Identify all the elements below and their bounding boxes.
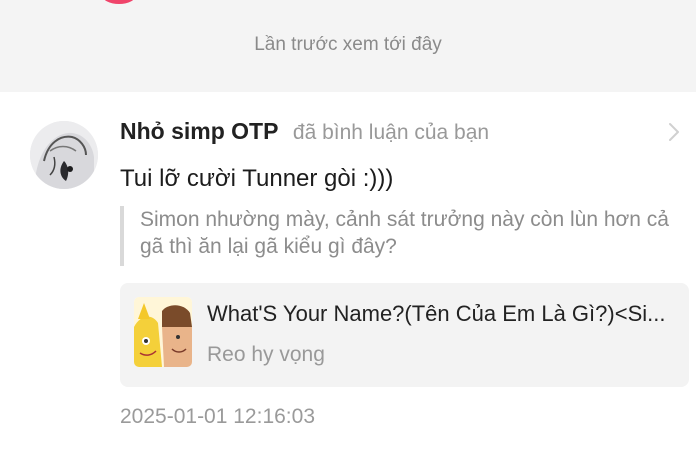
- story-title: What'S Your Name?(Tên Của Em Là Gì?)<Si.…: [207, 301, 666, 326]
- last-read-divider: Lần trước xem tới đây: [0, 0, 696, 92]
- story-author: Reo hy vọng: [207, 343, 325, 366]
- action-text: đã bình luận của bạn: [292, 121, 490, 144]
- avatar-image: [30, 121, 98, 189]
- chevron-right-icon[interactable]: [664, 120, 684, 144]
- notification-header: Nhỏ simp OTP đã bình luận của bạn: [120, 118, 489, 148]
- reply-comment-text: Tui lỡ cười Tunner gòi :))): [120, 165, 394, 192]
- username[interactable]: Nhỏ simp OTP: [120, 118, 278, 144]
- story-card[interactable]: What'S Your Name?(Tên Của Em Là Gì?)<Si.…: [120, 283, 689, 387]
- quoted-original-comment: Simon nhường mày, cảnh sát trưởng này cò…: [120, 206, 690, 266]
- story-thumbnail: [134, 297, 192, 367]
- notification-badge: [102, 0, 136, 4]
- story-cover-image: [134, 297, 192, 367]
- timestamp: 2025-01-01 12:16:03: [120, 405, 315, 428]
- last-read-label: Lần trước xem tới đây: [254, 34, 442, 55]
- avatar[interactable]: [30, 121, 98, 189]
